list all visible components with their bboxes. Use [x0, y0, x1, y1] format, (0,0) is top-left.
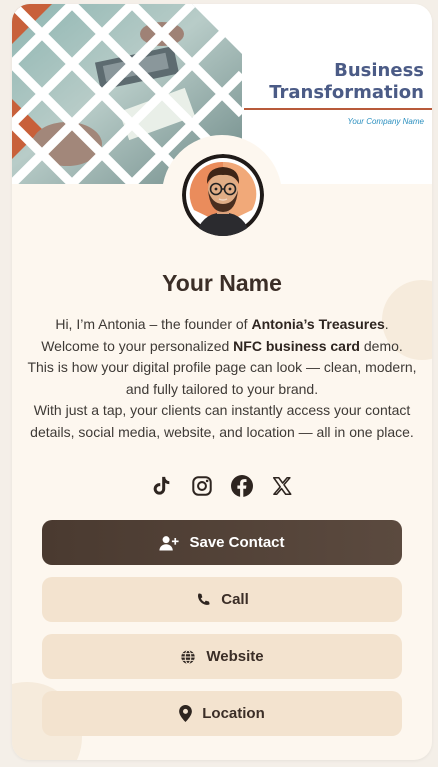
bio-paragraph-3: This is how your digital profile page ca… [27, 359, 417, 397]
avatar-illustration [182, 154, 264, 236]
website-button[interactable]: Website [42, 634, 402, 679]
bio-text: . [384, 316, 389, 332]
bio-text: demo. [359, 337, 403, 354]
profile-name: Your Name [162, 270, 282, 296]
map-pin-icon [179, 705, 193, 722]
call-label: Call [221, 591, 249, 608]
user-plus-icon [159, 535, 180, 551]
instagram-icon[interactable] [190, 474, 214, 498]
social-links [12, 474, 432, 498]
profile-bio: Hi, I’m Antonia – the founder of Antonia… [26, 314, 418, 443]
x-icon[interactable] [270, 474, 294, 498]
bio-text: Hi, I’m Antonia – the founder of [55, 316, 252, 332]
phone-icon [195, 592, 211, 608]
save-contact-label: Save Contact [189, 534, 285, 551]
facebook-icon[interactable] [230, 474, 254, 498]
globe-icon [180, 649, 196, 665]
location-button[interactable]: Location [42, 691, 402, 736]
bio-highlight: NFC business card [233, 337, 360, 354]
bio-paragraph-1: Hi, I’m Antonia – the founder of Antonia… [26, 314, 418, 336]
bio-business-name: Antonia’s Treasures [251, 316, 385, 332]
company-brand: Business Transformation [269, 60, 424, 104]
brand-title-line-2: Transformation [269, 82, 424, 103]
bio-paragraph-2: Welcome to your personalized NFC busines… [26, 336, 418, 358]
tiktok-icon[interactable] [150, 474, 174, 498]
call-button[interactable]: Call [42, 577, 402, 622]
bio-paragraph-4: With just a tap, your clients can instan… [30, 402, 414, 440]
profile-card: Business Transformation Your Company Nam… [12, 4, 432, 760]
website-label: Website [206, 648, 264, 665]
avatar [182, 154, 264, 236]
brand-title-line-1: Business [334, 60, 424, 81]
bio-text: Welcome to your personalized [41, 337, 234, 354]
save-contact-button[interactable]: Save Contact [42, 520, 402, 565]
brand-divider [244, 108, 432, 110]
location-label: Location [202, 705, 265, 722]
company-name-tagline: Your Company Name [347, 117, 424, 126]
